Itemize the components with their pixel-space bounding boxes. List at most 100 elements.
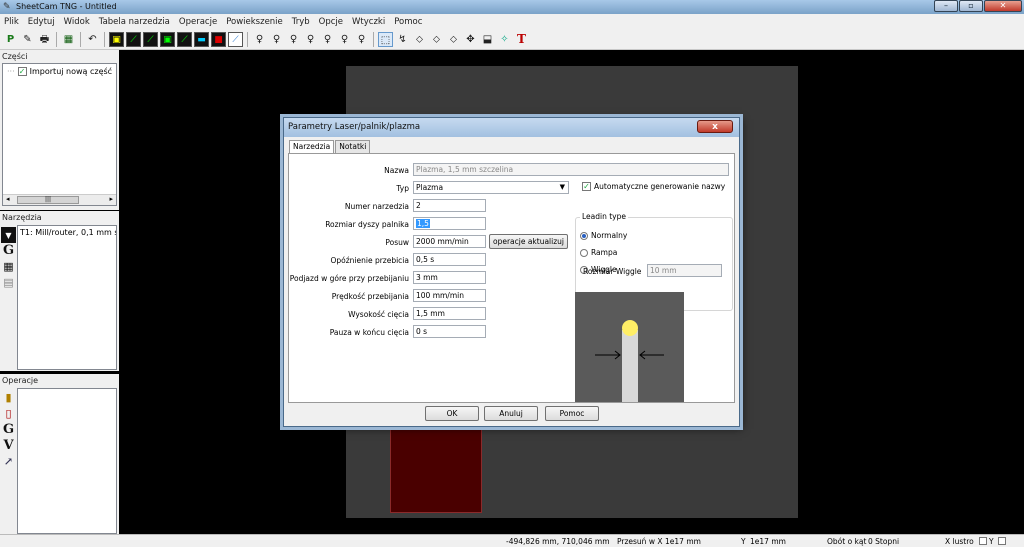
pierce-speed-field[interactable]: 100 mm/min: [413, 289, 486, 302]
auto-name-option[interactable]: ✓ Automatyczne generowanie nazwy: [582, 182, 725, 191]
scroll-right-icon[interactable]: ▸: [109, 195, 113, 203]
menu-powiekszenie[interactable]: Powiekszenie: [226, 17, 283, 27]
select-icon[interactable]: ⬚: [378, 32, 393, 47]
cancel-button[interactable]: Anuluj: [484, 406, 538, 421]
operations-list: [17, 388, 117, 534]
zoom-all-icon[interactable]: ♀: [320, 32, 335, 47]
feed-rate-field[interactable]: 2000 mm/min: [413, 235, 486, 248]
mirror-x-checkbox[interactable]: [979, 537, 987, 545]
leadin-normal-radio[interactable]: Normalny: [580, 231, 627, 240]
show-stock-icon[interactable]: ▣: [160, 32, 175, 47]
tool-number-field[interactable]: 2: [413, 199, 486, 212]
wiggle-size-field[interactable]: 10 mm: [647, 264, 722, 277]
show-lines-icon[interactable]: ⟋: [177, 32, 192, 47]
menu-operacje[interactable]: Operacje: [179, 17, 217, 27]
mirror-y-checkbox[interactable]: [998, 537, 1006, 545]
mirror-y-label: Y: [989, 537, 994, 546]
auto-name-label: Automatyczne generowanie nazwy: [594, 182, 726, 191]
update-operations-button[interactable]: operacje aktualizuj: [489, 234, 568, 249]
start-point-icon[interactable]: ↯: [395, 32, 410, 47]
shift-y-value[interactable]: 1e17 mm: [750, 537, 786, 546]
minimize-button[interactable]: –: [934, 0, 958, 12]
end-pause-field[interactable]: 0 s: [413, 325, 486, 338]
ok-button[interactable]: OK: [425, 406, 479, 421]
v-carve-icon[interactable]: V: [1, 438, 16, 454]
cut-operation-icon[interactable]: ▯: [1, 406, 16, 422]
edit-icon[interactable]: ✎: [20, 32, 35, 47]
nozzle-size-field[interactable]: 1,5: [413, 217, 486, 230]
tree-item-import-part[interactable]: ··· ✓ Importuj nową część: [7, 67, 112, 76]
leadin-ramp-radio[interactable]: Rampa: [580, 248, 617, 257]
rotate-label: Obót o kąt: [827, 537, 867, 546]
leadin-icon[interactable]: ⬦: [412, 32, 427, 47]
gcode-icon[interactable]: G: [1, 243, 16, 259]
drill-icon[interactable]: ✧: [497, 32, 512, 47]
name-field[interactable]: Plazma, 1,5 mm szczelina: [413, 163, 729, 176]
window-controls: – ▫ ✕: [933, 0, 1022, 12]
tool-item[interactable]: T1: Mill/router, 0,1 mm śre: [20, 228, 116, 237]
close-button[interactable]: ✕: [984, 0, 1022, 12]
zoom-in-icon[interactable]: ♀: [269, 32, 284, 47]
show-part-icon[interactable]: ▣: [109, 32, 124, 47]
tool-list-icon[interactable]: ▤: [1, 275, 16, 291]
zoom-out-icon[interactable]: ♀: [286, 32, 301, 47]
leadin-normal-label: Normalny: [591, 231, 628, 240]
operations-side-toolbar: ▮ ▯ G V ↗: [1, 390, 16, 470]
dialog-title: Parametry Laser/palnik/plazma: [288, 122, 421, 132]
parts-tree: ··· ✓ Importuj nową część ◂ ||| ▸: [2, 63, 117, 206]
move-icon[interactable]: ✥: [463, 32, 478, 47]
calculator-icon[interactable]: ▦: [61, 32, 76, 47]
auto-name-checkbox[interactable]: ✓: [582, 182, 591, 191]
tool-number-label: Numer narzedzia: [344, 202, 409, 211]
cut-height-field[interactable]: 1,5 mm: [413, 307, 486, 320]
help-button[interactable]: Pomoc: [545, 406, 599, 421]
menu-wtyczki[interactable]: Wtyczki: [352, 17, 385, 27]
part-shape[interactable]: [390, 425, 482, 513]
origin-icon[interactable]: ⬓: [480, 32, 495, 47]
print-icon[interactable]: 🖶: [37, 32, 52, 47]
menu-plik[interactable]: Plik: [4, 17, 19, 27]
scroll-left-icon[interactable]: ◂: [6, 195, 10, 203]
path-operation-icon[interactable]: ↗: [1, 454, 16, 470]
type-select[interactable]: Plazma ▼: [413, 181, 569, 194]
shift-x-value[interactable]: 1e17 mm: [665, 537, 701, 546]
maximize-button[interactable]: ▫: [959, 0, 983, 12]
post-process-icon[interactable]: P: [3, 32, 18, 47]
menu-opcje[interactable]: Opcje: [319, 17, 343, 27]
menu-edytuj[interactable]: Edytuj: [28, 17, 55, 27]
tab-narzedzia[interactable]: Narzedzia: [289, 140, 335, 154]
zoom-icon[interactable]: ♀: [252, 32, 267, 47]
tool-table-icon[interactable]: ▦: [1, 259, 16, 275]
show-fill-icon[interactable]: ▬: [194, 32, 209, 47]
nozzle-size-label: Rozmiar dyszy palnika: [325, 220, 409, 229]
pierce-height-field[interactable]: 3 mm: [413, 271, 486, 284]
tool-parameters-dialog: Parametry Laser/palnik/plazma x Narzedzi…: [283, 117, 740, 427]
show-rapids-icon[interactable]: ⟋: [143, 32, 158, 47]
zoom-window-icon[interactable]: ♀: [337, 32, 352, 47]
undo-icon[interactable]: ↶: [85, 32, 100, 47]
show-path-icon[interactable]: ⟋: [126, 32, 141, 47]
drill-operation-icon[interactable]: ▮: [1, 390, 16, 406]
show-solid-icon[interactable]: ■: [211, 32, 226, 47]
scroll-thumb[interactable]: |||: [17, 196, 79, 204]
menu-pomoc[interactable]: Pomoc: [394, 17, 422, 27]
leadout-icon[interactable]: ⬦: [429, 32, 444, 47]
menu-tryb[interactable]: Tryb: [292, 17, 310, 27]
pierce-delay-field[interactable]: 0,5 s: [413, 253, 486, 266]
plasma-tool-icon[interactable]: ▼: [1, 227, 16, 243]
end-pause-label: Pauza w końcu cięcia: [329, 328, 409, 337]
zoom-prev-icon[interactable]: ♀: [354, 32, 369, 47]
tab-icon[interactable]: ⬦: [446, 32, 461, 47]
horizontal-scrollbar[interactable]: ◂ ||| ▸: [3, 194, 116, 205]
feed-rate-label: Posuw: [385, 238, 409, 247]
gcode-operation-icon[interactable]: G: [1, 422, 16, 438]
dialog-close-button[interactable]: x: [697, 120, 733, 133]
rotate-value[interactable]: 0 Stopni: [868, 537, 899, 546]
tab-notatki[interactable]: Notatki: [335, 140, 371, 153]
part-checkbox[interactable]: ✓: [17, 67, 27, 76]
menu-tabela-narzedzia[interactable]: Tabela narzedzia: [99, 17, 170, 27]
show-tool-icon[interactable]: ⟋: [228, 32, 243, 47]
zoom-part-icon[interactable]: ♀: [303, 32, 318, 47]
text-icon[interactable]: T: [514, 32, 529, 47]
menu-widok[interactable]: Widok: [64, 17, 90, 27]
